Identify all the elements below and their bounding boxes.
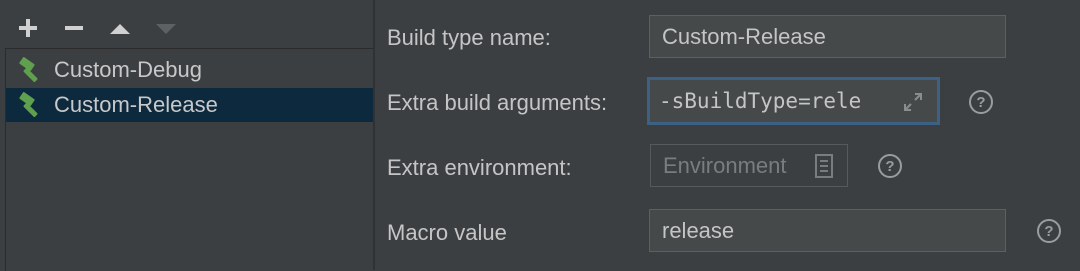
triangle-down-icon <box>156 24 176 34</box>
macro-value-value: release <box>662 217 735 243</box>
macro-value-label: Macro value <box>387 220 507 245</box>
list-toolbar <box>14 14 180 42</box>
list-item-custom-release[interactable]: Custom-Release <box>6 88 373 122</box>
panel-divider <box>373 0 375 270</box>
list-item-label: Custom-Release <box>54 92 218 117</box>
macro-value-field[interactable]: release <box>649 209 1006 252</box>
document-icon[interactable] <box>815 154 833 178</box>
extra-build-arguments-label: Extra build arguments: <box>387 90 608 115</box>
help-glyph: ? <box>1044 222 1054 240</box>
help-glyph: ? <box>885 157 895 175</box>
add-button[interactable] <box>14 14 42 42</box>
help-glyph: ? <box>976 93 986 111</box>
help-icon[interactable]: ? <box>969 90 993 114</box>
list-item-custom-debug[interactable]: Custom-Debug <box>6 53 373 87</box>
help-icon[interactable]: ? <box>878 154 902 178</box>
expand-icon[interactable] <box>901 90 925 114</box>
hammer-icon <box>19 92 38 118</box>
help-icon[interactable]: ? <box>1037 219 1061 243</box>
build-type-name-value: Custom-Release <box>662 23 826 49</box>
build-type-name-field[interactable]: Custom-Release <box>649 15 1006 58</box>
remove-button[interactable] <box>60 14 88 42</box>
extra-environment-label: Extra environment: <box>387 155 572 180</box>
build-type-name-label: Build type name: <box>387 25 551 50</box>
move-down-button[interactable] <box>152 14 180 42</box>
extra-environment-placeholder: Environment <box>663 152 787 178</box>
build-types-panel: Custom-Debug Custom-Release <box>0 0 374 271</box>
move-up-button[interactable] <box>106 14 134 42</box>
extra-build-arguments-value: -sBuildType=rele <box>659 89 862 113</box>
extra-environment-field[interactable]: Environment <box>650 144 848 187</box>
triangle-up-icon <box>110 24 130 34</box>
hammer-icon <box>19 57 38 83</box>
minus-icon <box>65 26 83 30</box>
list-item-label: Custom-Debug <box>54 57 202 82</box>
extra-build-arguments-field[interactable]: -sBuildType=rele <box>647 77 940 125</box>
plus-icon <box>19 19 37 37</box>
